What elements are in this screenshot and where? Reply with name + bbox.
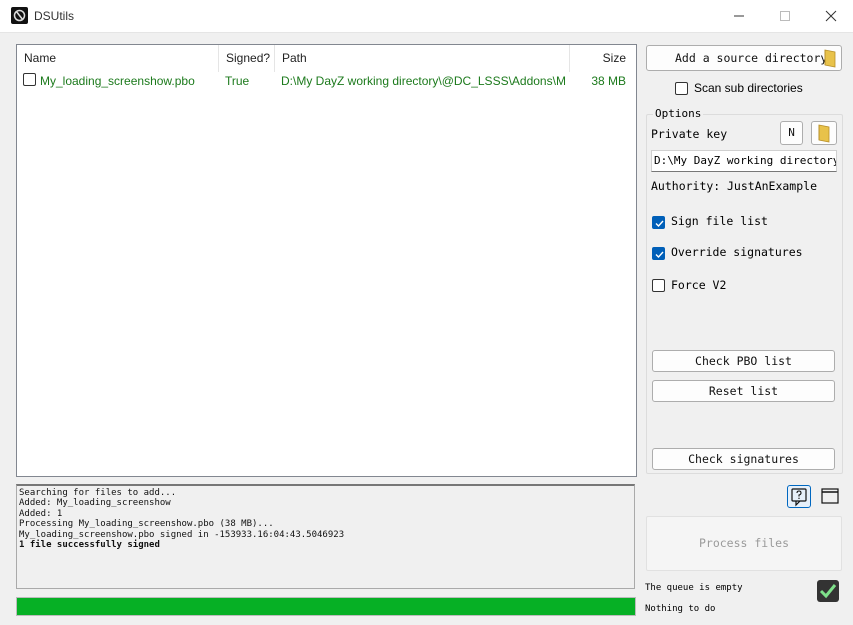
window-toggle-button[interactable] xyxy=(818,485,842,508)
override-signatures-checkbox[interactable] xyxy=(652,247,665,260)
file-path: D:\My DayZ working directory\@DC_LSSS\Ad… xyxy=(281,74,566,88)
window-title: DSUtils xyxy=(34,9,75,23)
progress-bar xyxy=(16,597,636,616)
log-output[interactable]: Searching for files to add... Added: My_… xyxy=(16,484,635,589)
column-header-signed[interactable]: Signed? xyxy=(219,45,275,72)
new-key-button[interactable]: N xyxy=(780,121,803,145)
log-line: 1 file successfully signed xyxy=(19,540,160,551)
status-ok-indicator xyxy=(817,580,839,602)
row-checkbox[interactable] xyxy=(23,73,36,86)
sign-file-list-label: Sign file list xyxy=(671,214,768,228)
reset-list-button[interactable]: Reset list xyxy=(652,380,835,402)
force-v2-checkbox[interactable] xyxy=(652,279,665,292)
close-button[interactable] xyxy=(808,0,853,32)
file-name: My_loading_screenshow.pbo xyxy=(40,74,195,88)
table-row[interactable]: My_loading_screenshow.pbo True D:\My Day… xyxy=(17,72,636,92)
force-v2-label: Force V2 xyxy=(671,278,727,292)
folder-icon xyxy=(824,49,836,68)
progress-fill xyxy=(17,598,635,615)
folder-icon xyxy=(818,124,830,143)
minimize-icon xyxy=(734,15,744,17)
column-header-size[interactable]: Size xyxy=(570,45,636,72)
column-header-path[interactable]: Path xyxy=(275,45,570,72)
checkmark-icon xyxy=(819,584,837,599)
maximize-icon xyxy=(780,11,790,21)
log-line: Searching for files to add... xyxy=(19,488,177,498)
file-list[interactable]: Name Signed? Path Size My_loading_screen… xyxy=(16,44,637,477)
private-key-label: Private key xyxy=(651,127,728,141)
process-files-button[interactable]: Process files xyxy=(646,516,842,571)
app-icon xyxy=(11,7,28,24)
log-line: Processing My_loading_screenshow.pbo (38… xyxy=(19,519,274,530)
list-header: Name Signed? Path Size xyxy=(17,45,636,72)
checkmark-icon xyxy=(655,251,664,259)
log-line: Added: My_loading_screenshow xyxy=(19,498,171,509)
help-icon xyxy=(791,488,807,507)
scan-sub-directories-label: Scan sub directories xyxy=(694,81,803,95)
todo-status: Nothing to do xyxy=(645,604,716,614)
options-legend: Options xyxy=(653,107,704,120)
check-pbo-list-button[interactable]: Check PBO list xyxy=(652,350,835,372)
file-size: 38 MB xyxy=(591,74,626,88)
help-button[interactable] xyxy=(787,485,811,508)
scan-sub-directories-checkbox[interactable] xyxy=(675,82,688,95)
file-signed: True xyxy=(225,74,250,88)
check-signatures-button[interactable]: Check signatures xyxy=(652,448,835,470)
authority-label: Authority: xyxy=(651,179,721,193)
private-key-path-field[interactable]: D:\My DayZ working directory\ xyxy=(651,150,837,172)
override-signatures-label: Override signatures xyxy=(671,245,803,259)
queue-status: The queue is empty xyxy=(645,583,743,593)
title-bar: DSUtils xyxy=(0,0,853,33)
column-header-name[interactable]: Name xyxy=(17,45,219,72)
close-icon xyxy=(825,10,837,22)
maximize-button[interactable] xyxy=(762,0,808,32)
sign-file-list-checkbox[interactable] xyxy=(652,216,665,229)
minimize-button[interactable] xyxy=(716,0,762,32)
authority-value: JustAnExample xyxy=(727,179,818,193)
log-line: My_loading_screenshow.pbo signed in -153… xyxy=(19,529,345,540)
add-source-label: Add a source directory xyxy=(675,51,828,65)
browse-key-button[interactable] xyxy=(811,121,837,145)
log-line: Added: 1 xyxy=(19,508,63,519)
checkmark-icon xyxy=(655,220,664,228)
window-icon xyxy=(821,488,839,504)
add-source-directory-button[interactable]: Add a source directory xyxy=(646,45,842,71)
